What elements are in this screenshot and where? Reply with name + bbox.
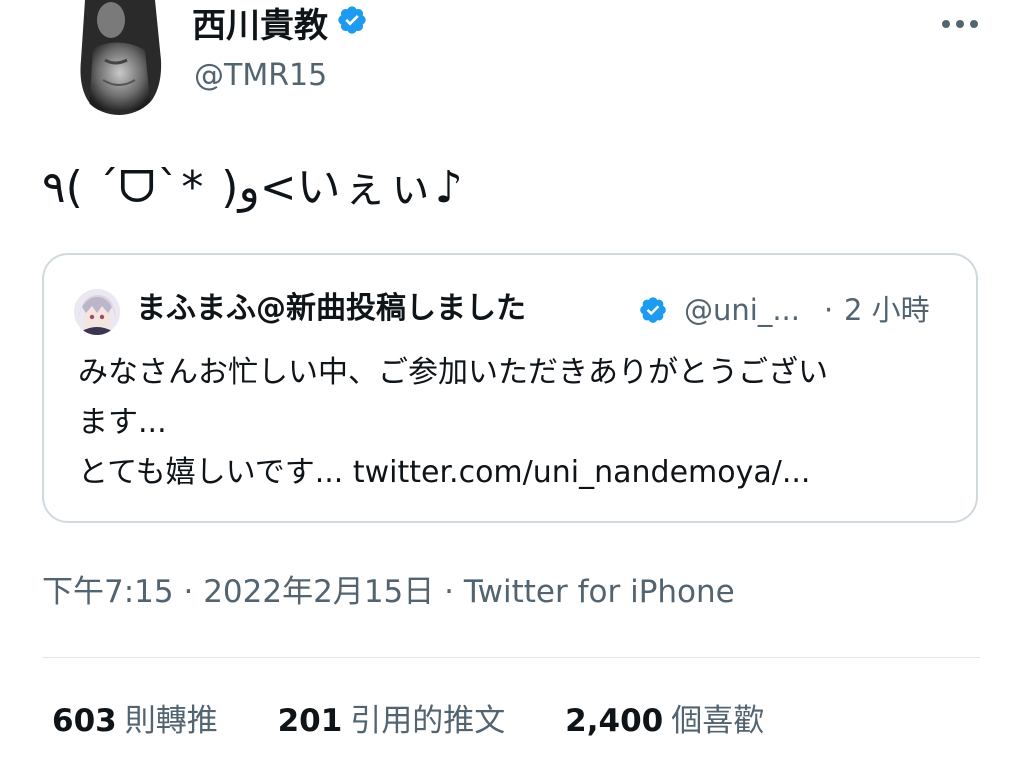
retweets-stat[interactable]: 603 則轉推 [52,697,218,745]
likes-label: 個喜歡 [671,703,765,739]
tweet-source[interactable]: Twitter for iPhone [464,574,735,610]
quoted-text-line: とても嬉しいです... twitter.com/uni_nandemoya/..… [78,455,811,490]
tweet-meta: 下午7:15 · 2022年2月15日 · Twitter for iPhone [42,570,735,614]
quote-tweets-label: 引用的推文 [350,703,506,739]
tweet-text: ٩( ˊᗜˋ* )و<いぇぃ♪ [42,162,465,213]
quote-tweets-count: 201 [277,703,343,739]
tweet-time[interactable]: 下午7:15 [42,574,174,610]
author-avatar[interactable] [75,0,163,115]
likes-stat[interactable]: 2,400 個喜歡 [565,697,764,745]
quoted-author-handle: @uni_... [684,293,800,327]
quoted-author-avatar [74,289,120,335]
quoted-author-name: まふまふ@新曲投稿しました [136,291,526,326]
meta-separator: · [183,574,194,610]
more-horizontal-icon [942,20,978,28]
divider [42,657,980,658]
engagement-stats: 603 則轉推 201 引用的推文 2,400 個喜歡 [52,697,814,745]
meta-separator: · [444,574,454,610]
author-handle[interactable]: @TMR15 [194,56,327,96]
tweet-date[interactable]: 2022年2月15日 [203,574,434,610]
quoted-separator: · [824,293,834,327]
quoted-text-line: みなさんお忙しい中、ご参加いただきありがとうござい [78,355,828,390]
verified-badge-icon [638,295,668,329]
quote-tweets-stat[interactable]: 201 引用的推文 [278,697,506,745]
author-name-row[interactable]: 西川貴教 [192,4,368,48]
quoted-text-line: ます... [78,405,167,440]
quoted-timestamp: 2 小時 [844,293,930,327]
retweets-count: 603 [52,703,117,739]
verified-badge-icon [336,3,368,47]
likes-count: 2,400 [565,703,664,739]
more-options-button[interactable] [938,10,982,38]
retweets-label: 則轉推 [124,703,218,739]
author-name: 西川貴教 [192,6,328,46]
quoted-tweet-text: みなさんお忙しい中、ご参加いただきありがとうござい ます... とても嬉しいです… [78,348,958,498]
author-avatar-image [75,0,163,115]
quoted-tweet-card[interactable]: まふまふ@新曲投稿しました @uni_... · 2 小時 みなさんお忙しい中、… [42,253,978,523]
